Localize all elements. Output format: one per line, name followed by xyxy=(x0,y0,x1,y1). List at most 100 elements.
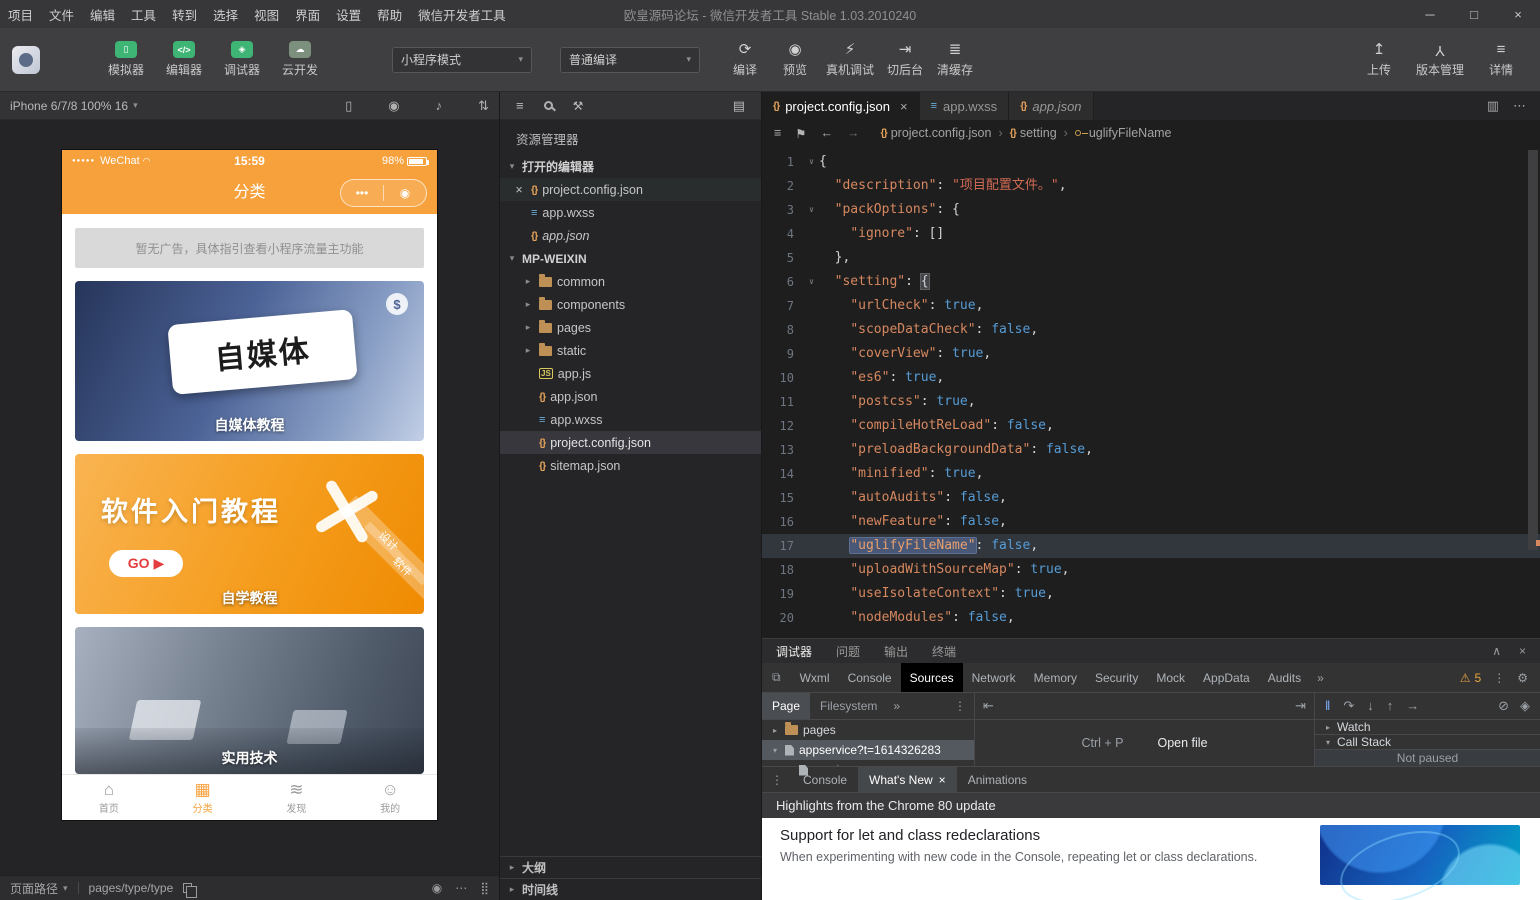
back-icon[interactable]: ← xyxy=(821,126,834,141)
kebab-menu-icon[interactable]: ⋮ xyxy=(954,699,974,713)
editor-scrollbar[interactable] xyxy=(1526,146,1540,638)
code-line[interactable]: 8 "scopeDataCheck": false, xyxy=(762,318,1540,342)
version-button[interactable]: Y版本管理 xyxy=(1412,41,1468,78)
scrollbar-thumb[interactable] xyxy=(1528,150,1538,550)
code-line[interactable]: 12 "compileHotReLoad": false, xyxy=(762,414,1540,438)
drawer-tab[interactable]: What's New× xyxy=(858,767,957,792)
explorer-item[interactable]: ×{}project.config.json xyxy=(500,178,761,201)
editor-tab[interactable]: {}app.json xyxy=(1009,92,1093,120)
maximize-button[interactable]: □ xyxy=(1452,0,1496,28)
go-button[interactable]: GO ▶ xyxy=(109,550,183,577)
phone-tab-category[interactable]: ▦分类 xyxy=(156,775,250,820)
panel-layout-icon[interactable]: ▤ xyxy=(733,98,745,114)
devtools-tab[interactable]: Network xyxy=(963,663,1025,692)
close-icon[interactable]: × xyxy=(1519,644,1526,658)
code-line[interactable]: 6∨ "setting": { xyxy=(762,270,1540,294)
close-icon[interactable]: × xyxy=(900,99,908,114)
devtools-tab[interactable]: Wxml xyxy=(791,663,839,692)
bookmark-icon[interactable]: ⚑ xyxy=(795,126,806,141)
open-file-link[interactable]: Open file xyxy=(1158,736,1208,750)
cloud-button[interactable]: ☁云开发 xyxy=(276,41,324,78)
breadcrumb-item[interactable]: uglifyFileName xyxy=(1075,126,1172,140)
list-icon[interactable]: ≡ xyxy=(516,98,524,113)
record-icon[interactable]: ◉ xyxy=(388,98,399,114)
step-over-icon[interactable]: ↷ xyxy=(1343,698,1354,714)
debugger-tab[interactable]: 问题 xyxy=(836,643,860,660)
explorer-item[interactable]: {}app.json xyxy=(500,224,761,247)
explorer-section-header[interactable]: ▾MP-WEIXIN xyxy=(500,247,761,270)
drawer-tab[interactable]: Animations xyxy=(957,767,1038,792)
collapse-icon[interactable]: ∧ xyxy=(1492,644,1501,658)
step-out-icon[interactable]: ↑ xyxy=(1387,698,1394,714)
code-line[interactable]: 2 "description": "项目配置文件。", xyxy=(762,174,1540,198)
upload-button[interactable]: ↥上传 xyxy=(1356,41,1402,78)
phone-tab-discover[interactable]: ≋发现 xyxy=(250,775,344,820)
more-actions-icon[interactable]: ⋯ xyxy=(1513,98,1526,114)
menubar-item[interactable]: 转到 xyxy=(164,5,205,24)
category-card-media[interactable]: 自媒体 $ 自媒体教程 xyxy=(75,281,424,441)
call-stack-section[interactable]: ▾ Call Stack xyxy=(1315,735,1540,750)
overflow-icon[interactable]: » xyxy=(887,699,906,713)
close-button[interactable]: × xyxy=(1496,0,1540,28)
breadcrumb-item[interactable]: {}setting xyxy=(1010,126,1057,140)
code-line[interactable]: 18 "uploadWithSourceMap": true, xyxy=(762,558,1540,582)
devtools-tab[interactable]: Console xyxy=(839,663,901,692)
exit-program-button[interactable]: ◉ xyxy=(384,186,426,200)
explorer-item[interactable]: JSapp.js xyxy=(500,362,761,385)
code-line[interactable]: 1∨{ xyxy=(762,150,1540,174)
category-card-software[interactable]: 软件入门教程 GO ▶ 设计 软件 自学教程 xyxy=(75,454,424,614)
menubar-item[interactable]: 项目 xyxy=(0,5,41,24)
explorer-item[interactable]: ▸pages xyxy=(500,316,761,339)
search-icon[interactable] xyxy=(544,101,553,110)
minimize-button[interactable]: ─ xyxy=(1408,0,1452,28)
menubar-item[interactable]: 设置 xyxy=(328,5,369,24)
sources-tree-item[interactable]: ▸pages xyxy=(762,720,974,740)
explorer-item[interactable]: ▸static xyxy=(500,339,761,362)
menubar-item[interactable]: 工具 xyxy=(123,5,164,24)
close-icon[interactable]: × xyxy=(512,183,526,197)
details-button[interactable]: ≡详情 xyxy=(1478,41,1524,78)
devtools-tab[interactable]: Sources xyxy=(901,663,963,692)
background-button[interactable]: ⇥切后台 xyxy=(882,41,928,78)
code-line[interactable]: 4 "ignore": [] xyxy=(762,222,1540,246)
debugger-tab[interactable]: 终端 xyxy=(932,643,956,660)
devtools-tab[interactable]: Audits xyxy=(1259,663,1310,692)
split-editor-icon[interactable]: ▥ xyxy=(1487,98,1499,114)
compile-mode-select[interactable]: 普通编译 ▾ xyxy=(560,47,700,73)
collapse-left-icon[interactable]: ⇤ xyxy=(983,698,994,714)
explorer-item[interactable]: ≡app.wxss xyxy=(500,408,761,431)
fold-icon[interactable]: ∨ xyxy=(804,198,819,222)
explorer-item[interactable]: ▸common xyxy=(500,270,761,293)
menubar-item[interactable]: 微信开发者工具 xyxy=(410,5,514,24)
compile-button[interactable]: ⟳编译 xyxy=(722,41,768,78)
close-icon[interactable]: × xyxy=(939,773,946,787)
mode-select[interactable]: 小程序模式 ▾ xyxy=(392,47,532,73)
code-line[interactable]: 14 "minified": true, xyxy=(762,462,1540,486)
debugger-tab[interactable]: 调试器 xyxy=(776,643,812,660)
network-icon[interactable]: ⇅ xyxy=(478,98,489,114)
settings-icon[interactable]: ⚙ xyxy=(1517,671,1528,685)
code-line[interactable]: 9 "coverView": true, xyxy=(762,342,1540,366)
code-line[interactable]: 19 "useIsolateContext": true, xyxy=(762,582,1540,606)
clear-cache-button[interactable]: ≣清缓存 xyxy=(932,41,978,78)
code-line[interactable]: 10 "es6": true, xyxy=(762,366,1540,390)
build-icon[interactable]: ⚒ xyxy=(573,99,584,113)
debugger-tab[interactable]: 输出 xyxy=(884,643,908,660)
warning-badge[interactable]: ⚠5 xyxy=(1460,671,1481,685)
code-line[interactable]: 11 "postcss": true, xyxy=(762,390,1540,414)
menubar-item[interactable]: 帮助 xyxy=(369,5,410,24)
devtools-tab[interactable]: AppData xyxy=(1194,663,1259,692)
code-line[interactable]: 3∨ "packOptions": { xyxy=(762,198,1540,222)
kebab-menu-icon[interactable]: ⋮ xyxy=(762,773,792,787)
devtools-tab[interactable]: Mock xyxy=(1147,663,1194,692)
pause-icon[interactable]: ‖ xyxy=(1325,698,1330,714)
phone-tab-home[interactable]: ⌂首页 xyxy=(62,775,156,820)
more-icon[interactable]: ⋯ xyxy=(455,881,467,895)
overflow-icon[interactable]: » xyxy=(1310,671,1331,685)
editor-tab[interactable]: ≡app.wxss xyxy=(920,92,1010,120)
remote-debug-button[interactable]: ⚡真机调试 xyxy=(822,41,878,78)
navigator-tab[interactable]: Page xyxy=(762,693,810,719)
category-card-practical[interactable]: 实用技术 xyxy=(75,627,424,774)
explorer-item[interactable]: ▸components xyxy=(500,293,761,316)
menubar-item[interactable]: 文件 xyxy=(41,5,82,24)
